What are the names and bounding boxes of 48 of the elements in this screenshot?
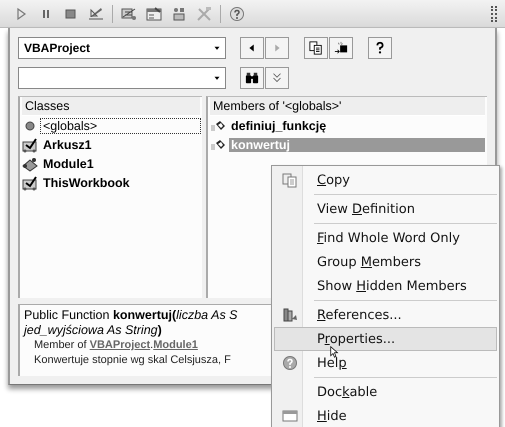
menu-item[interactable]: Hide (274, 404, 497, 427)
signature-text: jed_wyjściowa As String) (24, 323, 162, 337)
copy-icon (282, 172, 298, 188)
ruler-icon (88, 6, 104, 22)
signature-text: Public Function konwertuj(liczba As S (24, 308, 238, 322)
window-icon (282, 408, 298, 424)
shapes-box-icon (171, 6, 187, 22)
show-search-button[interactable] (265, 67, 289, 89)
toolbar-options-icon[interactable] (491, 6, 497, 22)
class-item[interactable]: Module1 (41, 156, 96, 170)
menu-item[interactable]: Find Whole Word Only (274, 226, 497, 250)
back-button[interactable] (240, 37, 264, 59)
class-item[interactable]: Arkusz1 (41, 138, 94, 152)
column-header[interactable]: Classes (22, 97, 200, 116)
help-button[interactable] (368, 37, 392, 59)
copy-button[interactable] (304, 37, 328, 59)
menu-item[interactable]: View Definition (274, 197, 497, 221)
menu-item[interactable]: Show Hidden Members (274, 274, 497, 298)
properties-window-icon (146, 6, 162, 22)
member-of-label: Member of (34, 339, 88, 351)
project-dropdown[interactable]: VBAProject (18, 37, 226, 59)
search-dropdown[interactable] (18, 67, 226, 89)
arrow-box-icon (334, 41, 348, 55)
menu-item[interactable]: Dockable (274, 380, 497, 404)
link[interactable]: VBAProject (90, 339, 150, 351)
form-icon (22, 136, 38, 152)
double-chevron-icon (270, 71, 284, 85)
dot-separator: . (150, 339, 154, 351)
help-icon (282, 355, 298, 371)
menu-item[interactable]: Group Members (274, 250, 497, 274)
books-icon (282, 307, 298, 323)
help-icon (229, 6, 245, 22)
binoculars-icon (245, 71, 259, 85)
copy-icon (309, 41, 323, 55)
class-item[interactable]: <globals> (41, 118, 200, 132)
view-definition-button[interactable] (329, 37, 353, 59)
menu-item[interactable]: Help (274, 351, 497, 375)
menu-item[interactable]: Copy (274, 168, 497, 192)
menu-item[interactable]: References... (274, 303, 497, 327)
link[interactable]: Module1 (153, 339, 198, 351)
class-item[interactable]: ThisWorkbook (41, 176, 132, 190)
column-header[interactable]: Members of '<globals>' (210, 97, 485, 116)
form-icon (22, 174, 38, 190)
member-item[interactable]: definiuj_funkcję (229, 118, 328, 132)
menu-item[interactable]: Properties... (274, 327, 497, 351)
module-icon (22, 156, 38, 172)
search-button[interactable] (240, 67, 264, 89)
description-text: Konwertuje stopnie wg skal Celsjusza, F (34, 354, 231, 366)
